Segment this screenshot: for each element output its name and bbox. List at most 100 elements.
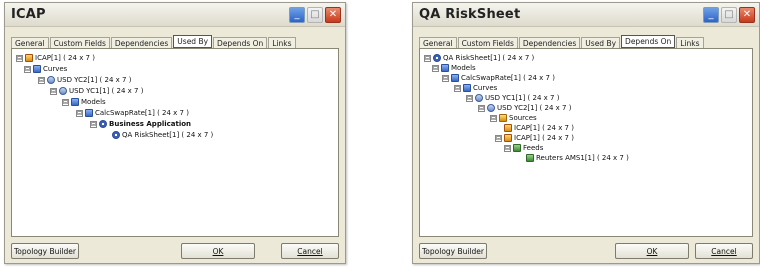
tree-node[interactable]: ⊟ USD YC2[1] ( 24 x 7 ) — [38, 75, 131, 85]
tree-node[interactable]: ⊟ USD YC2[1] ( 24 x 7 ) — [478, 103, 571, 113]
tree-node-label: Models — [81, 98, 106, 106]
tree-node[interactable]: ⊟ Feeds — [504, 143, 543, 153]
model-icon — [85, 109, 93, 117]
window-title: QA RiskSheet — [419, 7, 521, 22]
cancel-label: Cancel — [711, 246, 737, 256]
tree-node[interactable]: QA RiskSheet[1] ( 24 x 7 ) — [112, 130, 213, 140]
tree-node[interactable]: ⊟ Curves — [454, 83, 497, 93]
tree-node[interactable]: ⊟ ICAP[1] ( 24 x 7 ) — [495, 133, 574, 143]
topology-builder-button[interactable]: Topology Builder — [419, 243, 487, 259]
tab-depends-on[interactable]: Depends On — [621, 35, 676, 48]
tab-dependencies[interactable]: Dependencies — [110, 37, 173, 48]
tool-icon — [504, 134, 512, 142]
maximize-icon[interactable]: □ — [307, 6, 323, 23]
tab-custom-fields[interactable]: Custom Fields — [457, 37, 518, 48]
ok-label: OK — [212, 246, 224, 256]
tree-node[interactable]: ⊟ USD YC1[1] ( 24 x 7 ) — [466, 93, 559, 103]
collapse-icon[interactable]: ⊟ — [490, 114, 497, 122]
collapse-icon[interactable]: ⊟ — [16, 54, 23, 62]
tree-node-label: USD YC2[1] ( 24 x 7 ) — [497, 104, 572, 112]
button-bar: Topology Builder OK Cancel — [419, 241, 753, 259]
tab-links[interactable]: Links — [676, 37, 704, 48]
collapse-icon[interactable]: ⊟ — [478, 104, 485, 112]
dependency-tree: ⊟ ICAP[1] ( 24 x 7 ) ⊟ Curves ⊟ USD YC2[… — [14, 51, 336, 234]
tree-node[interactable]: ⊟ Sources — [490, 113, 537, 123]
tool-icon — [504, 124, 512, 132]
curve-icon — [59, 87, 67, 95]
tab-links[interactable]: Links — [268, 37, 296, 48]
minimize-icon[interactable]: _ — [289, 6, 305, 23]
title-bar: ICAP _ □ ✕ — [5, 3, 345, 27]
tree-panel: ⊟ QA RiskSheet[1] ( 24 x 7 ) ⊟ Models ⊟ … — [419, 48, 753, 237]
collapse-icon[interactable]: ⊟ — [442, 74, 449, 82]
collapse-icon[interactable]: ⊟ — [454, 84, 461, 92]
tree-node-label: USD YC1[1] ( 24 x 7 ) — [485, 94, 560, 102]
tree-node-label: ICAP[1] ( 24 x 7 ) — [514, 124, 574, 132]
title-bar: QA RiskSheet _ □ ✕ — [413, 3, 759, 27]
collapse-icon[interactable]: ⊟ — [90, 120, 97, 128]
model-icon — [441, 64, 449, 72]
tab-general[interactable]: General — [11, 37, 49, 48]
maximize-icon[interactable]: □ — [721, 6, 737, 23]
tree-node[interactable]: ⊟ Models — [62, 97, 106, 107]
close-icon[interactable]: ✕ — [739, 6, 755, 23]
tree-node[interactable]: ⊟ CalcSwapRate[1] ( 24 x 7 ) — [76, 108, 189, 118]
app-icon — [112, 131, 120, 139]
folder-icon — [463, 84, 471, 92]
tab-general[interactable]: General — [419, 37, 457, 48]
collapse-icon[interactable]: ⊟ — [432, 64, 439, 72]
tree-node[interactable]: ICAP[1] ( 24 x 7 ) — [504, 123, 574, 133]
tree-node-label: ICAP[1] ( 24 x 7 ) — [35, 54, 95, 62]
window-title: ICAP — [11, 7, 46, 22]
tree-node[interactable]: ⊟ Curves — [24, 64, 67, 74]
tool-icon — [25, 54, 33, 62]
collapse-icon[interactable]: ⊟ — [24, 65, 31, 73]
tree-node[interactable]: ⊟ QA RiskSheet[1] ( 24 x 7 ) — [424, 53, 534, 63]
topology-builder-button[interactable]: Topology Builder — [11, 243, 79, 259]
tree-node-label: CalcSwapRate[1] ( 24 x 7 ) — [95, 109, 189, 117]
collapse-icon[interactable]: ⊟ — [495, 134, 502, 142]
collapse-icon[interactable]: ⊟ — [466, 94, 473, 102]
tab-dependencies[interactable]: Dependencies — [518, 37, 581, 48]
collapse-icon[interactable]: ⊟ — [50, 87, 57, 95]
tab-depends-on[interactable]: Depends On — [213, 37, 268, 48]
tree-node[interactable]: Reuters AMS1[1] ( 24 x 7 ) — [526, 153, 629, 163]
collapse-icon[interactable]: ⊟ — [38, 76, 45, 84]
tree-node-label: USD YC2[1] ( 24 x 7 ) — [57, 76, 132, 84]
tree-node-label: ICAP[1] ( 24 x 7 ) — [514, 134, 574, 142]
tree-node[interactable]: ⊟ Business Application — [90, 119, 191, 129]
tree-node[interactable]: ⊟ USD YC1[1] ( 24 x 7 ) — [50, 86, 143, 96]
folder-icon — [33, 65, 41, 73]
ok-button[interactable]: OK — [615, 243, 689, 259]
tree-node-label: Curves — [473, 84, 498, 92]
cancel-button[interactable]: Cancel — [281, 243, 339, 259]
cancel-button[interactable]: Cancel — [695, 243, 753, 259]
app-icon — [433, 54, 441, 62]
tree-node[interactable]: ⊟ CalcSwapRate[1] ( 24 x 7 ) — [442, 73, 555, 83]
tree-node[interactable]: ⊟ ICAP[1] ( 24 x 7 ) — [16, 53, 95, 63]
curve-icon — [475, 94, 483, 102]
tree-node[interactable]: ⊟ Models — [432, 63, 476, 73]
minimize-icon[interactable]: _ — [703, 6, 719, 23]
collapse-icon[interactable]: ⊟ — [76, 109, 83, 117]
ok-button[interactable]: OK — [181, 243, 255, 259]
model-icon — [451, 74, 459, 82]
tab-custom-fields[interactable]: Custom Fields — [49, 37, 110, 48]
tab-strip: General Custom Fields Dependencies Used … — [11, 34, 339, 48]
tab-used-by[interactable]: Used By — [581, 37, 621, 48]
app-icon — [99, 120, 107, 128]
tree-node-label: Curves — [43, 65, 68, 73]
curve-icon — [47, 76, 55, 84]
tab-strip: General Custom Fields Dependencies Used … — [419, 34, 753, 48]
collapse-icon[interactable]: ⊟ — [424, 54, 431, 62]
tree-node-label: Sources — [509, 114, 537, 122]
feed-icon — [513, 144, 521, 152]
tab-used-by[interactable]: Used By — [173, 35, 213, 48]
curve-icon — [487, 104, 495, 112]
collapse-icon[interactable]: ⊟ — [62, 98, 69, 106]
tree-node-label: QA RiskSheet[1] ( 24 x 7 ) — [443, 54, 535, 62]
collapse-icon[interactable]: ⊟ — [504, 144, 511, 152]
cancel-label: Cancel — [297, 246, 323, 256]
close-icon[interactable]: ✕ — [325, 6, 341, 23]
tree-node-label: USD YC1[1] ( 24 x 7 ) — [69, 87, 144, 95]
